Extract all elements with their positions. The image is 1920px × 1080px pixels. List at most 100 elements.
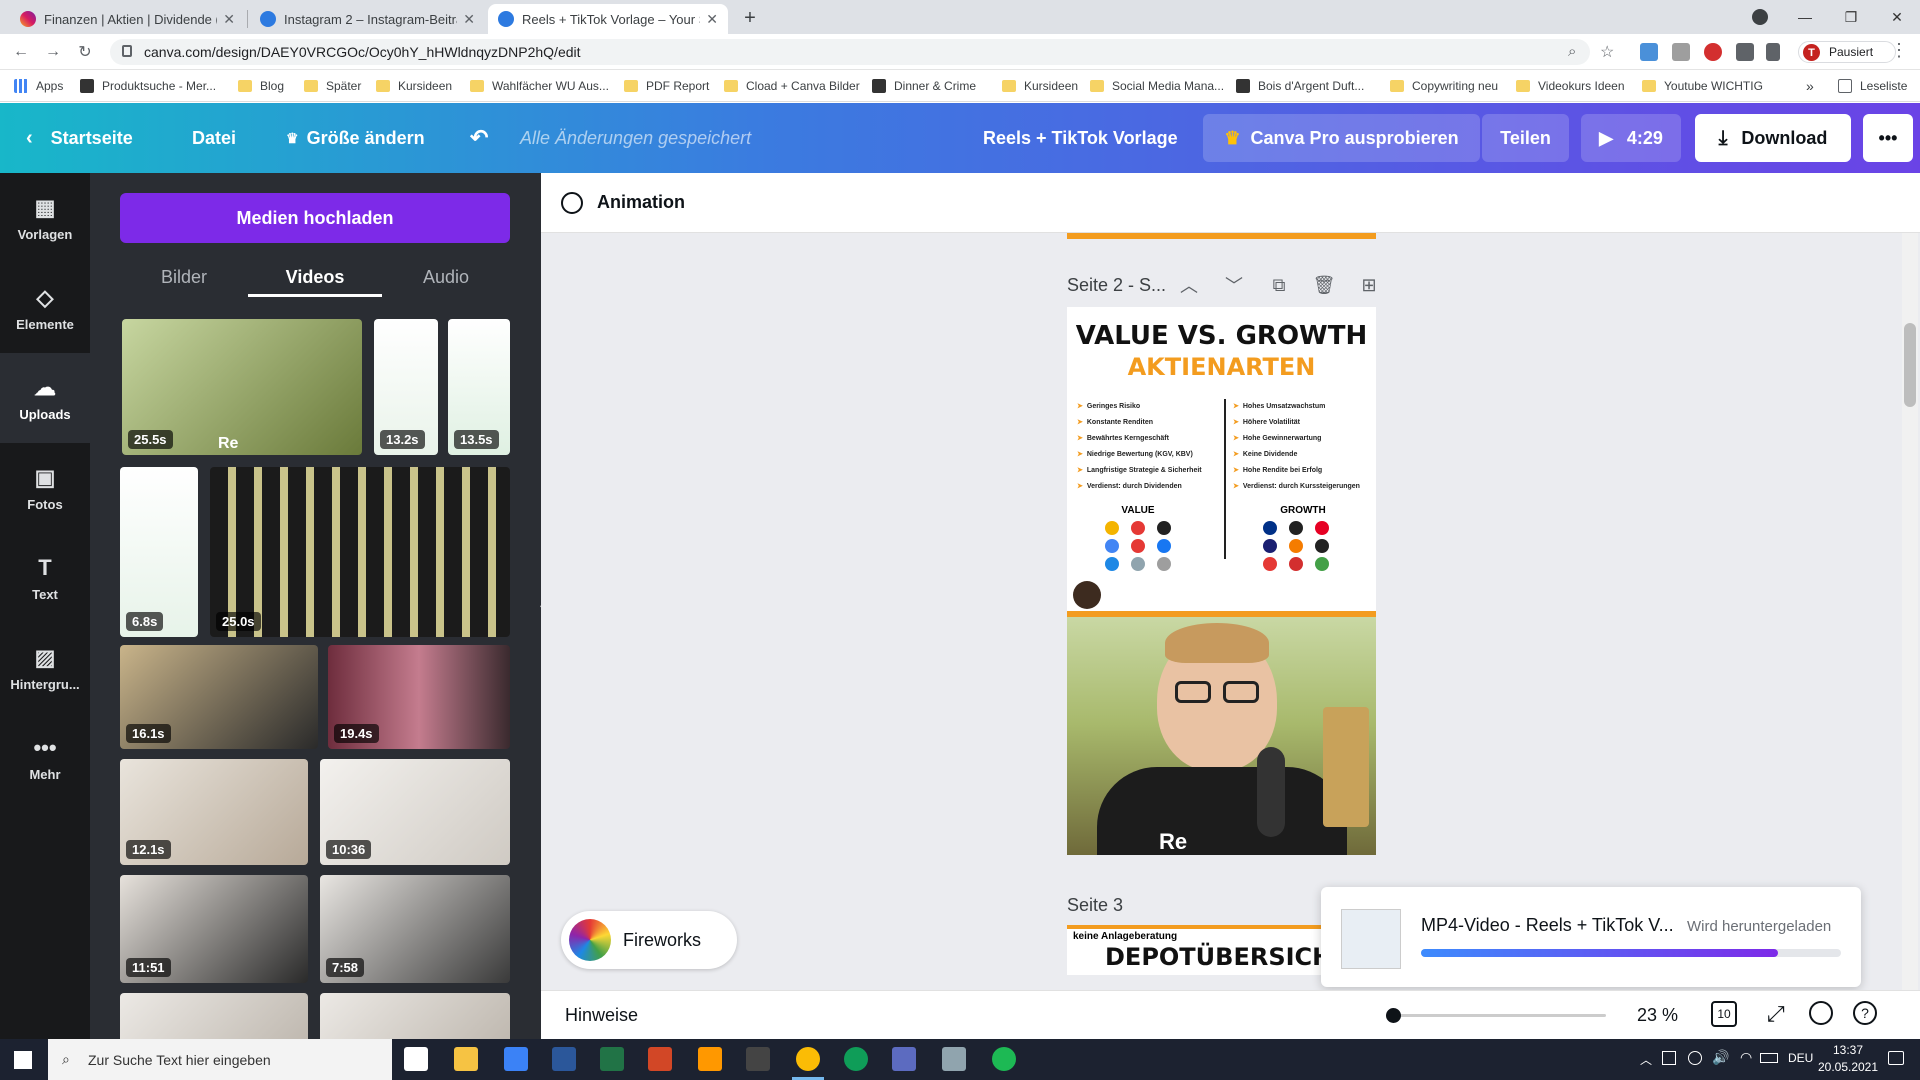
tab-images[interactable]: Bilder — [120, 257, 248, 297]
tool-icon[interactable] — [892, 1047, 916, 1071]
page-2-canvas[interactable]: VALUE VS. GROWTH AKTIENARTEN ➤ Geringes R… — [1067, 307, 1376, 855]
video-thumbnail[interactable] — [120, 993, 308, 1039]
video-thumbnail[interactable]: 11:51 — [120, 875, 308, 983]
upload-media-button[interactable]: Medien hochladen — [120, 193, 510, 243]
close-window-button[interactable]: ✕ — [1874, 0, 1920, 34]
word-icon[interactable] — [552, 1047, 576, 1071]
design-title[interactable]: Reels + TikTok Vorlage — [983, 103, 1178, 173]
home-button[interactable]: ‹ Startseite — [26, 103, 133, 173]
notification-center-icon[interactable] — [1888, 1051, 1904, 1065]
more-options-button[interactable]: ••• — [1863, 114, 1913, 162]
task-view-icon[interactable] — [404, 1047, 428, 1071]
rail-item-fotos[interactable]: ▣ Fotos — [0, 443, 90, 533]
spotify-icon[interactable] — [992, 1047, 1016, 1071]
canva-pro-button[interactable]: ♛ Canva Pro ausprobieren — [1203, 114, 1480, 162]
bookmark-youtube-wichtig[interactable]: Youtube WICHTIG — [1642, 78, 1763, 94]
zoom-slider[interactable] — [1396, 1014, 1606, 1017]
browser-tab-reels-vorlage[interactable]: Reels + TikTok Vorlage – Your St ✕ — [488, 4, 728, 34]
profile-button[interactable]: T Pausiert — [1798, 41, 1896, 63]
bookmark-produktsuche-mer[interactable]: Produktsuche - Mer... — [80, 78, 216, 94]
bookmark-dinner-crime[interactable]: Dinner & Crime — [872, 78, 976, 94]
download-button[interactable]: ⤓ Download — [1695, 114, 1851, 162]
scrollbar-thumb[interactable] — [1904, 323, 1916, 407]
excel-icon[interactable] — [600, 1047, 624, 1071]
extension-adblock-icon[interactable] — [1704, 43, 1722, 61]
close-tab-icon[interactable]: ✕ — [706, 11, 718, 28]
bookmark-kursideen[interactable]: Kursideen — [1002, 78, 1078, 94]
bookmark-apps[interactable]: Apps — [14, 78, 63, 94]
close-tab-icon[interactable]: ✕ — [223, 11, 235, 28]
tray-keyboard-icon[interactable] — [1760, 1053, 1778, 1063]
bookmark-blog[interactable]: Blog — [238, 78, 284, 94]
rail-item-mehr[interactable]: ••• Mehr — [0, 713, 90, 803]
minimize-button[interactable]: — — [1782, 0, 1828, 34]
tray-battery-icon[interactable] — [1688, 1051, 1702, 1065]
video-thumbnail[interactable]: 16.1s — [120, 645, 318, 749]
rail-item-uploads[interactable]: ☁ Uploads — [0, 353, 90, 443]
video-thumbnail[interactable]: 25.0s — [210, 467, 510, 637]
bookmark-star-icon[interactable]: ☆ — [1600, 42, 1614, 62]
app-icon[interactable] — [698, 1047, 722, 1071]
windows-start-icon[interactable] — [14, 1051, 32, 1069]
bookmark-videokurs-ideen[interactable]: Videokurs Ideen — [1516, 78, 1625, 94]
bookmark-bois-d-argent-duft[interactable]: Bois d'Argent Duft... — [1236, 78, 1364, 94]
browser-tab-instagram-finanzen[interactable]: Finanzen | Aktien | Dividende (@ ✕ — [10, 4, 245, 34]
notes-button[interactable]: Hinweise — [565, 1005, 638, 1026]
duplicate-page-icon[interactable]: ⧉ — [1267, 273, 1291, 297]
rail-item-hintergru[interactable]: ▨ Hintergru... — [0, 623, 90, 713]
address-bar[interactable]: canva.com/design/DAEY0VRCGOc/Ocy0hY_hHWl… — [110, 39, 1590, 65]
language-indicator[interactable]: DEU — [1788, 1051, 1813, 1065]
undo-icon[interactable]: ↶ — [470, 103, 488, 173]
obs-icon[interactable] — [746, 1047, 770, 1071]
reload-button[interactable]: ↻ — [72, 40, 98, 64]
taskbar-search-input[interactable]: ⌕ Zur Suche Text hier eingeben — [48, 1039, 392, 1080]
extension-iq-icon[interactable] — [1640, 43, 1658, 61]
powerpoint-icon[interactable] — [648, 1047, 672, 1071]
reading-mode-icon[interactable] — [1766, 43, 1780, 61]
forward-button[interactable]: → — [40, 40, 66, 64]
bookmark-später[interactable]: Später — [304, 78, 361, 94]
tray-network-icon[interactable] — [1662, 1051, 1676, 1065]
fullscreen-icon[interactable]: ⤢ — [1767, 1001, 1785, 1027]
bookmarks-overflow-button[interactable]: » — [1806, 78, 1814, 94]
video-thumbnail[interactable]: 7:58 — [320, 875, 510, 983]
file-explorer-icon[interactable] — [454, 1047, 478, 1071]
chevron-up-icon[interactable]: ︿ — [1177, 273, 1201, 297]
delete-page-icon[interactable]: 🗑 — [1312, 273, 1336, 297]
chrome-icon[interactable] — [796, 1047, 820, 1071]
page-count[interactable]: 10 — [1711, 1001, 1737, 1027]
extension-icon[interactable] — [1672, 43, 1690, 61]
sync-icon[interactable] — [1809, 1001, 1833, 1025]
add-page-icon[interactable]: ⊞ — [1357, 273, 1381, 297]
bookmark-social-media-mana[interactable]: Social Media Mana... — [1090, 78, 1224, 94]
tab-audio[interactable]: Audio — [382, 257, 510, 297]
rail-item-elemente[interactable]: ◇ Elemente — [0, 263, 90, 353]
video-thumbnail[interactable]: 13.2s — [374, 319, 438, 455]
video-thumbnail[interactable]: 6.8s — [120, 467, 198, 637]
tab-videos[interactable]: Videos — [248, 257, 382, 297]
zoom-lens-icon[interactable]: ⌕ — [1568, 43, 1576, 60]
tray-volume-icon[interactable]: 🔊 — [1712, 1049, 1729, 1066]
bookmark-wahlfächer-wu-aus[interactable]: Wahlfächer WU Aus... — [470, 78, 609, 94]
extensions-puzzle-icon[interactable] — [1736, 43, 1754, 61]
resize-button[interactable]: ♛ Größe ändern — [286, 103, 425, 173]
presenter-video[interactable]: Re — [1067, 617, 1376, 855]
reading-list-button[interactable]: Leseliste — [1838, 78, 1907, 94]
notes-icon[interactable] — [942, 1047, 966, 1071]
share-button[interactable]: Teilen — [1482, 114, 1569, 162]
video-thumbnail[interactable]: 13.5s — [448, 319, 510, 455]
video-thumbnail[interactable]: 12.1s — [120, 759, 308, 865]
video-thumbnail[interactable]: 10:36 — [320, 759, 510, 865]
chevron-down-icon[interactable]: ﹀ — [1222, 273, 1246, 297]
browser-tab-instagram-beitrag[interactable]: Instagram 2 – Instagram-Beitrag ✕ — [250, 4, 485, 34]
new-tab-button[interactable]: + — [738, 6, 762, 30]
page-2-label[interactable]: Seite 2 - S... — [1067, 275, 1166, 296]
present-button[interactable]: ▶ 4:29 — [1581, 114, 1681, 162]
mail-icon[interactable] — [504, 1047, 528, 1071]
bookmark-cload-canva-bilder[interactable]: Cload + Canva Bilder — [724, 78, 860, 94]
rail-item-vorlagen[interactable]: ▦ Vorlagen — [0, 173, 90, 263]
clock-date[interactable]: 20.05.2021 — [1816, 1060, 1880, 1074]
bookmark-kursideen[interactable]: Kursideen — [376, 78, 452, 94]
tray-wifi-icon[interactable]: ◠ — [1740, 1049, 1752, 1066]
back-button[interactable]: ← — [8, 40, 34, 64]
